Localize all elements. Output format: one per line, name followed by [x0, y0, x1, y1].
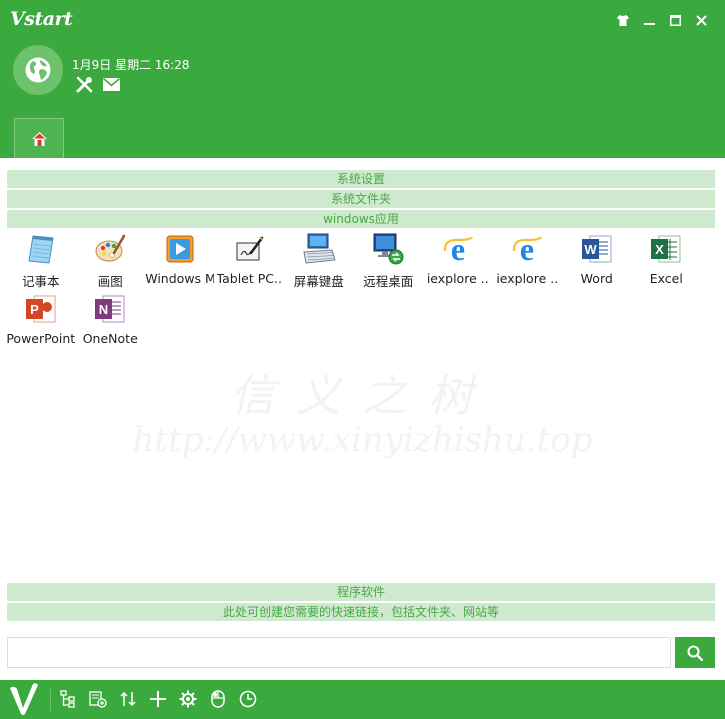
- sort-button[interactable]: [118, 689, 138, 709]
- close-button[interactable]: [693, 12, 709, 28]
- avatar[interactable]: [13, 45, 63, 95]
- powerpoint-icon: P: [25, 295, 56, 323]
- svg-text:e: e: [520, 233, 534, 265]
- tools-icon: [76, 76, 92, 92]
- section-system-settings[interactable]: 系统设置: [7, 170, 715, 188]
- footer-tools: [58, 689, 258, 709]
- on-screen-keyboard-icon: [303, 233, 336, 264]
- shirt-icon: [617, 14, 629, 26]
- app-paint[interactable]: 画图: [76, 231, 146, 291]
- app-label: OneNote: [82, 331, 138, 346]
- window-controls: [615, 12, 709, 28]
- app-logo: Vstart: [10, 8, 73, 30]
- app-label: PowerPoint: [6, 331, 76, 346]
- app-label: Tablet PC..: [216, 271, 282, 286]
- app-label: 屏幕键盘: [293, 274, 344, 289]
- app-label: Windows M..: [145, 271, 215, 286]
- tree-view-button[interactable]: [58, 689, 78, 709]
- app-powerpoint[interactable]: P PowerPoint: [6, 291, 76, 351]
- footer-toolbar: [0, 680, 725, 719]
- app-iexplore-2[interactable]: e iexplore ..: [493, 231, 563, 291]
- notepad-icon: [28, 235, 54, 264]
- word-icon: W: [581, 235, 612, 263]
- internet-explorer-icon: e: [443, 233, 473, 265]
- search-input[interactable]: [7, 637, 671, 668]
- vstart-logo-icon[interactable]: [9, 682, 39, 716]
- app-tablet-pc[interactable]: Tablet PC..: [215, 231, 285, 291]
- date-time: 1月9日 星期二 16:28: [72, 58, 190, 72]
- svg-text:P: P: [30, 302, 39, 317]
- minimize-button[interactable]: [641, 12, 657, 28]
- svg-text:e: e: [451, 233, 465, 265]
- tree-icon: [60, 690, 75, 708]
- maximize-icon: [669, 14, 681, 26]
- onenote-icon: N: [95, 295, 125, 323]
- settings-button[interactable]: [178, 689, 198, 709]
- remote-desktop-icon: [373, 233, 404, 265]
- app-remote-desktop[interactable]: 远程桌面: [354, 231, 424, 291]
- maximize-button[interactable]: [667, 12, 683, 28]
- add-item-button[interactable]: [88, 689, 108, 709]
- app-on-screen-keyboard[interactable]: 屏幕键盘: [284, 231, 354, 291]
- header: Vstart 1月9日 星期二 16:28: [0, 0, 725, 158]
- app-notepad[interactable]: 记事本: [6, 231, 76, 291]
- plus-icon: [150, 691, 166, 707]
- app-grid: 记事本 画图 Windows M..: [6, 231, 716, 351]
- settings-tool-button[interactable]: [75, 75, 93, 93]
- app-label: iexplore ..: [426, 271, 489, 286]
- app-label: 记事本: [21, 274, 60, 289]
- gear-icon: [179, 690, 197, 708]
- add-button[interactable]: [148, 689, 168, 709]
- app-onenote[interactable]: N OneNote: [76, 291, 146, 351]
- globe-icon: [25, 57, 51, 83]
- tab-home[interactable]: [14, 118, 64, 158]
- mail-button[interactable]: [102, 75, 120, 93]
- clock-button[interactable]: [238, 689, 258, 709]
- header-tools: [75, 75, 120, 93]
- clock-icon: [239, 690, 257, 708]
- mouse-button[interactable]: [208, 689, 228, 709]
- mouse-icon: [211, 690, 225, 708]
- sort-icon: [120, 691, 136, 707]
- add-page-icon: [89, 691, 107, 708]
- skin-button[interactable]: [615, 12, 631, 28]
- app-label: Word: [580, 271, 613, 286]
- app-label: Excel: [649, 271, 683, 286]
- search-button[interactable]: [675, 637, 715, 668]
- svg-text:X: X: [655, 242, 664, 257]
- app-windows-media-player[interactable]: Windows M..: [145, 231, 215, 291]
- section-programs[interactable]: 程序软件: [7, 583, 715, 601]
- paint-icon: [95, 234, 126, 262]
- app-label: 远程桌面: [363, 274, 414, 289]
- internet-explorer-icon: e: [513, 233, 543, 265]
- minimize-icon: [643, 22, 655, 25]
- close-icon: [695, 14, 707, 26]
- app-iexplore-1[interactable]: e iexplore ..: [423, 231, 493, 291]
- app-excel[interactable]: X Excel: [632, 231, 702, 291]
- svg-text:N: N: [99, 302, 108, 317]
- media-player-icon: [166, 235, 194, 263]
- home-icon: [31, 131, 47, 146]
- svg-text:W: W: [584, 242, 597, 257]
- search-icon: [687, 645, 703, 661]
- tablet-pc-icon: [236, 236, 264, 261]
- app-label: 画图: [97, 274, 123, 289]
- section-windows-apps[interactable]: windows应用: [7, 210, 715, 228]
- quick-link-hint: 此处可创建您需要的快速链接，包括文件夹、网站等: [7, 603, 715, 621]
- section-system-folders[interactable]: 系统文件夹: [7, 190, 715, 208]
- excel-icon: X: [651, 235, 681, 263]
- app-word[interactable]: W Word: [562, 231, 632, 291]
- footer-divider: [50, 689, 51, 711]
- watermark-title: 信义之树: [230, 371, 495, 422]
- app-label: iexplore ..: [496, 271, 559, 286]
- watermark-url: http://www.xinyizhishu.top: [132, 420, 593, 460]
- mail-icon: [102, 77, 120, 91]
